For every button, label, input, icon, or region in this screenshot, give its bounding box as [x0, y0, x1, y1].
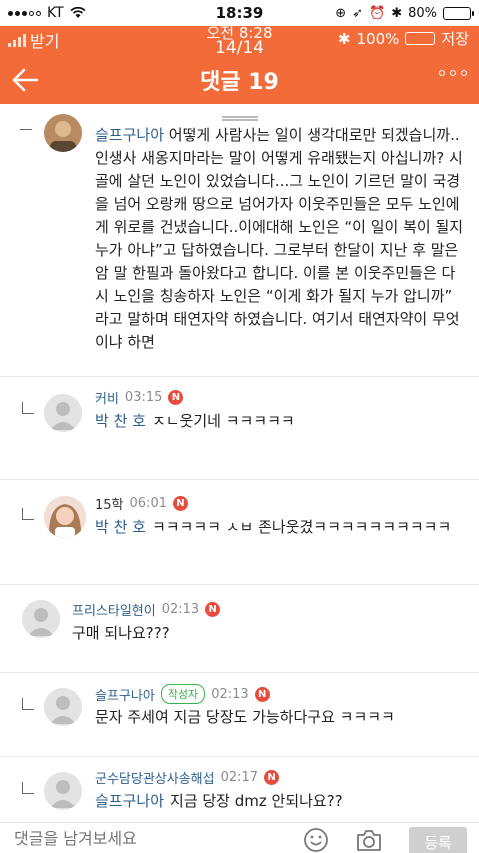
carrier-label: KT: [47, 5, 64, 21]
inner-battery-percent: 100%: [356, 29, 400, 48]
status-left: KT: [8, 5, 168, 21]
new-badge: N: [168, 390, 184, 405]
comment-time: 06:01: [129, 496, 167, 511]
status-bar: KT 18:39 ⊕ ➶ ⏰ ✱ 80%: [0, 0, 479, 26]
comment-nickname[interactable]: 군수담당관상사송해섭: [95, 768, 215, 787]
comment-input[interactable]: [14, 829, 274, 848]
reply-indicator: [20, 120, 32, 130]
battery-percent: 80%: [408, 5, 437, 21]
comment-time: 03:15: [124, 390, 163, 405]
comment-time: 02:17: [220, 770, 259, 785]
more-button[interactable]: [439, 70, 467, 76]
emoji-icon: [304, 828, 328, 852]
divider: [0, 479, 479, 480]
new-badge: N: [264, 770, 280, 785]
status-time: 18:39: [215, 4, 264, 22]
inner-battery-icon: [405, 32, 436, 45]
user-photo-icon: [44, 496, 86, 538]
screenshot-status-overlay: 받기 오전 8:28 14/14 ✱ 100% 저장: [0, 26, 479, 57]
comment-nickname[interactable]: 슬프구나아: [95, 126, 164, 144]
comment-time: 02:13: [211, 686, 249, 702]
camera-icon: [357, 830, 381, 851]
default-avatar-icon: [44, 394, 82, 432]
default-avatar-icon: [44, 688, 82, 726]
avatar[interactable]: [44, 114, 82, 152]
avatar[interactable]: [44, 496, 86, 538]
comment-input-bar: 등록: [0, 822, 479, 853]
drag-handle[interactable]: [222, 116, 258, 121]
comment-text: 어떻게 사람사는 일이 생각대로만 되겠습니까..인생사 새옹지마라는 말이 어…: [95, 126, 464, 351]
comment-text: ㅋㅋㅋㅋㅋ ㅅㅂ 존나웃겼ㅋㅋㅋㅋㅋㅋㅋㅋㅋㅋ: [151, 518, 452, 536]
battery-icon: [443, 6, 474, 20]
avatar[interactable]: [44, 772, 82, 810]
divider: [0, 672, 479, 673]
comment-list[interactable]: 슬프구나아 어떻게 사람사는 일이 생각대로만 되겠습니까..인생사 새옹지마라…: [0, 104, 479, 822]
comment-text: 구매 되나요???: [72, 624, 170, 642]
status-right: ⊕ ➶ ⏰ ✱ 80%: [311, 5, 474, 21]
avatar[interactable]: [44, 394, 82, 432]
avatar[interactable]: [44, 688, 82, 726]
page-title: 댓글 19: [200, 70, 279, 95]
user-photo-icon: [44, 114, 82, 152]
mention[interactable]: 슬프구나아: [95, 792, 164, 810]
comment-nickname[interactable]: 15학: [95, 494, 124, 513]
mention[interactable]: 박 찬 호: [95, 518, 146, 536]
mention[interactable]: 박 찬 호: [95, 412, 146, 430]
reply-indicator: [22, 782, 34, 794]
more-icon: [439, 70, 445, 76]
avatar[interactable]: [22, 600, 60, 638]
comment-nickname[interactable]: 커비: [95, 388, 119, 407]
submit-button[interactable]: 등록: [409, 827, 467, 853]
new-badge: N: [254, 686, 270, 702]
comment-time: 02:13: [161, 602, 200, 617]
emoji-button[interactable]: [303, 827, 329, 853]
author-badge: 작성자: [160, 684, 206, 704]
app-header: 받기 오전 8:28 14/14 ✱ 100% 저장 댓글 19: [0, 26, 479, 104]
comment-text: ㅈㄴ웃기네 ㅋㅋㅋㅋㅋ: [151, 412, 295, 430]
new-badge: N: [172, 496, 188, 511]
inner-bluetooth-icon: ✱: [337, 29, 351, 48]
lock-rotation-icon: ⊕: [335, 5, 347, 21]
reply-indicator: [22, 508, 34, 520]
divider: [0, 584, 479, 585]
wifi-icon: [70, 7, 86, 18]
comment-text: 지금 당장 dmz 안되나요??: [170, 792, 343, 810]
divider: [0, 756, 479, 757]
comment-nickname[interactable]: 슬프구나아: [95, 685, 155, 704]
bluetooth-icon: ✱: [391, 5, 403, 21]
location-icon: ➶: [352, 5, 363, 21]
inner-right-label: 저장: [441, 30, 469, 48]
reply-indicator: [22, 402, 34, 414]
comment-nickname[interactable]: 프리스타일현이: [72, 600, 156, 619]
comment-text: 문자 주세여 지금 당장도 가능하다구요 ㅋㅋㅋㅋ: [95, 708, 395, 726]
reply-indicator: [22, 698, 34, 710]
default-avatar-icon: [44, 772, 82, 810]
alarm-icon: ⏰: [369, 5, 386, 21]
divider: [0, 376, 479, 377]
signal-icon: [8, 10, 41, 16]
camera-button[interactable]: [355, 827, 383, 853]
default-avatar-icon: [22, 600, 60, 638]
new-badge: N: [205, 602, 221, 617]
